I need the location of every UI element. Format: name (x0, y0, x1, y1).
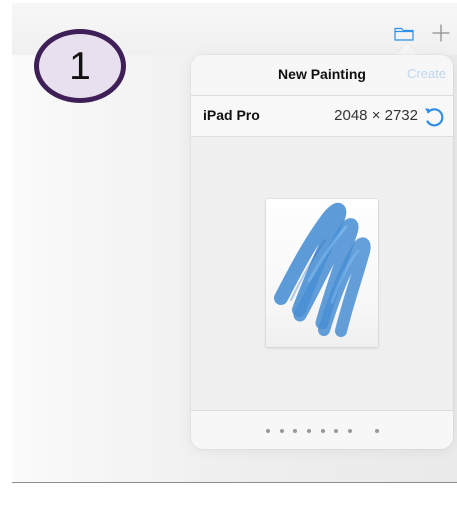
folder-icon[interactable] (394, 25, 414, 41)
new-painting-popover: New Painting Create iPad Pro 2048 × 2732 (191, 55, 453, 449)
page-dot[interactable] (375, 429, 379, 433)
brush-stroke-preview (274, 202, 371, 337)
page-dot[interactable] (334, 429, 339, 433)
popover-header: New Painting Create (191, 55, 453, 95)
canvas-preview-area (191, 137, 453, 410)
page-indicator[interactable] (266, 428, 379, 434)
page-dot[interactable] (320, 429, 325, 433)
page-dot[interactable] (279, 429, 284, 433)
page-dot[interactable] (266, 429, 270, 433)
device-name: iPad Pro (203, 107, 260, 123)
rotate-icon[interactable] (422, 105, 446, 129)
step-number-badge: 1 (34, 29, 126, 103)
step-number: 1 (69, 44, 91, 88)
plus-icon[interactable] (432, 24, 450, 42)
create-button[interactable]: Create (407, 66, 446, 81)
preview-divider (191, 410, 453, 411)
canvas-dimensions: 2048 × 2732 (334, 107, 418, 124)
page-dot[interactable] (293, 429, 298, 433)
page-dot[interactable] (347, 429, 352, 433)
page-dot-active[interactable] (361, 429, 366, 433)
device-size-row[interactable]: iPad Pro 2048 × 2732 (191, 96, 453, 136)
page-dot[interactable] (306, 429, 311, 433)
canvas-preview-card[interactable] (266, 199, 378, 347)
